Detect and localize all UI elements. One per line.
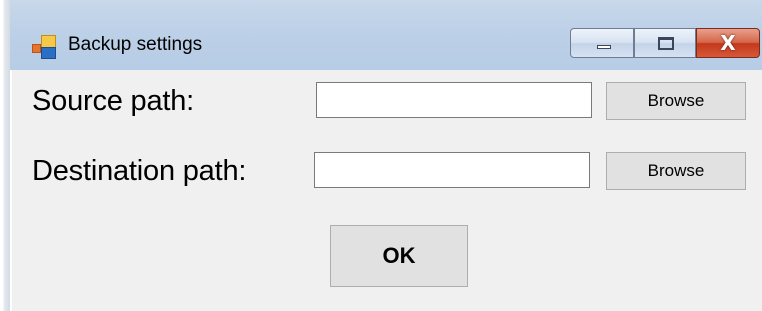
app-icon — [32, 34, 58, 59]
source-path-label: Source path: — [32, 85, 195, 117]
close-icon: X — [720, 31, 736, 55]
caption-buttons: X — [570, 28, 760, 60]
destination-path-input[interactable] — [314, 152, 590, 188]
window-title: Backup settings — [68, 34, 203, 55]
backup-settings-window: Backup settings X Source path: Browse De… — [0, 0, 762, 311]
source-browse-button[interactable]: Browse — [606, 82, 746, 120]
destination-browse-button[interactable]: Browse — [606, 152, 746, 190]
form-client-area: Source path: Browse Destination path: Br… — [12, 70, 762, 311]
minimize-icon — [597, 45, 611, 49]
maximize-button[interactable] — [634, 28, 696, 58]
close-button[interactable]: X — [696, 28, 760, 58]
maximize-icon — [658, 37, 674, 50]
minimize-button[interactable] — [570, 28, 634, 58]
window-border — [0, 0, 10, 311]
destination-path-label: Destination path: — [32, 155, 247, 187]
ok-button[interactable]: OK — [330, 225, 468, 287]
source-path-input[interactable] — [316, 82, 592, 118]
